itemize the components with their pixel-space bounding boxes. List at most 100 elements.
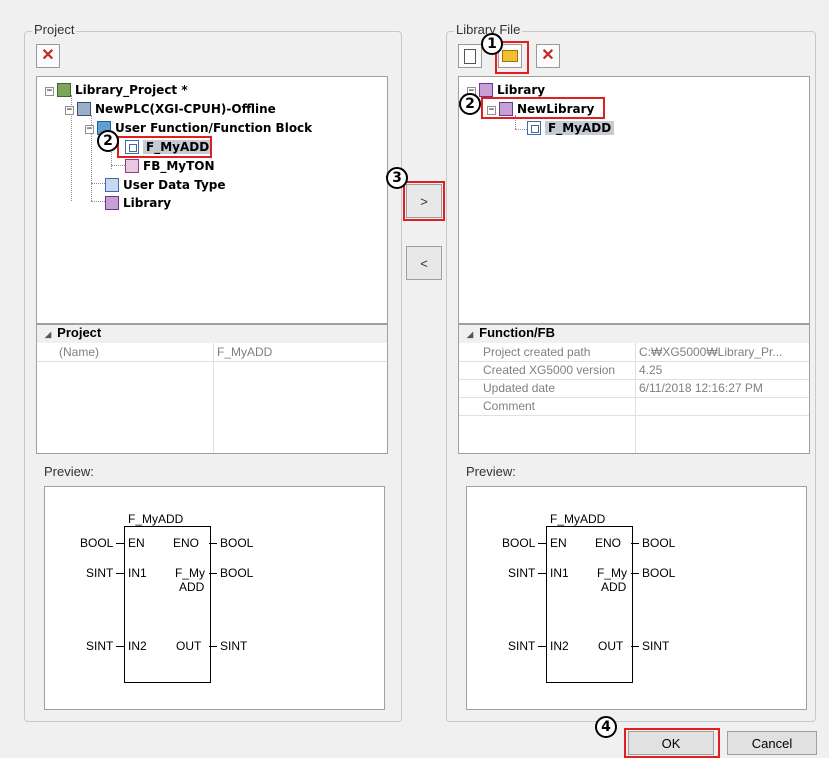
in2-type: SINT (508, 639, 536, 653)
fb-mid-label: F_My (597, 566, 627, 580)
property-key: (Name) (59, 345, 100, 359)
new-library-button[interactable] (458, 44, 482, 68)
preview-label: Preview: (44, 464, 94, 479)
tree-item-library-f-myadd[interactable]: F_MyADD (527, 120, 615, 136)
divider (459, 415, 809, 416)
en-type: BOOL (80, 536, 114, 550)
tree-item-user-data-type[interactable]: User Data Type (105, 177, 226, 193)
pin-line (116, 543, 124, 544)
delete-icon: ✕ (541, 47, 555, 64)
properties-header: ◢ Project (37, 325, 387, 343)
property-value: C:₩XG5000₩Library_Pr... (639, 345, 783, 359)
property-value: F_MyADD (217, 345, 273, 359)
pin-line (538, 543, 546, 544)
pin-line (538, 646, 546, 647)
mid-type: BOOL (642, 566, 676, 580)
properties-header: ◢ Function/FB (459, 325, 809, 343)
highlight-box (624, 728, 720, 758)
callout-2: 2 (459, 93, 481, 115)
fb-mid-label: ADD (601, 580, 627, 594)
new-file-icon (464, 48, 476, 64)
fb-mid-label: F_My (175, 566, 205, 580)
property-value: 6/11/2018 12:16:27 PM (639, 381, 763, 395)
property-value: 4.25 (639, 363, 663, 377)
divider (213, 343, 214, 453)
in1-pin: IN1 (128, 566, 147, 580)
remove-from-library-button[interactable]: < (406, 246, 442, 280)
out-type: SINT (642, 639, 670, 653)
out-pin: OUT (598, 639, 624, 653)
tree-item-fb-myton[interactable]: FB_MyTON (125, 158, 215, 174)
collapse-icon[interactable]: − (45, 87, 54, 96)
collapse-icon[interactable]: − (65, 106, 74, 115)
delete-icon: ✕ (41, 47, 55, 64)
highlight-box (117, 136, 212, 158)
eno-pin: ENO (595, 536, 622, 550)
callout-1: 1 (481, 33, 503, 55)
out-pin: OUT (176, 639, 202, 653)
library-icon (105, 196, 119, 210)
property-key: Project created path (483, 345, 591, 359)
in2-pin: IN2 (550, 639, 569, 653)
divider (37, 361, 387, 362)
in2-pin: IN2 (128, 639, 147, 653)
en-pin: EN (128, 536, 145, 550)
pin-line (209, 543, 217, 544)
tree-line (91, 183, 105, 184)
highlight-box (403, 181, 445, 221)
pin-line (631, 573, 639, 574)
in1-type: SINT (508, 566, 536, 580)
tree-line (515, 129, 527, 130)
library-icon (479, 83, 493, 97)
data-type-icon (105, 178, 119, 192)
in1-pin: IN1 (550, 566, 569, 580)
project-tree-panel[interactable]: − Library_Project * − NewPLC(XGI-CPUH)-Off… (36, 76, 388, 324)
library-properties-panel: ◢ Function/FB Project created path C:₩XG5… (458, 324, 810, 454)
collapse-icon[interactable]: − (85, 125, 94, 134)
pin-line (209, 573, 217, 574)
en-type: BOOL (502, 536, 536, 550)
library-delete-button[interactable]: ✕ (536, 44, 560, 68)
in2-type: SINT (86, 639, 114, 653)
cancel-button[interactable]: Cancel (727, 731, 817, 755)
out-type: SINT (220, 639, 248, 653)
en-pin: EN (550, 536, 567, 550)
divider (635, 343, 636, 453)
preview-label: Preview: (466, 464, 516, 479)
pin-line (209, 646, 217, 647)
collapse-triangle-icon: ◢ (45, 330, 52, 339)
eno-pin: ENO (173, 536, 200, 550)
collapse-triangle-icon: ◢ (467, 330, 474, 339)
tree-item-library[interactable]: Library (105, 195, 171, 211)
project-delete-button[interactable]: ✕ (36, 44, 60, 68)
pin-line (116, 646, 124, 647)
tree-line (91, 201, 105, 202)
project-preview-panel (44, 486, 385, 710)
project-icon (57, 83, 71, 97)
fb-name: F_MyADD (128, 512, 184, 526)
divider (459, 397, 809, 398)
pin-line (631, 646, 639, 647)
tree-item-library-root[interactable]: − Library (467, 82, 545, 98)
tree-item-plc[interactable]: − NewPLC(XGI-CPUH)-Offline (65, 101, 276, 117)
library-preview-panel (466, 486, 807, 710)
tree-item-user-function-folder[interactable]: − User Function/Function Block (85, 120, 312, 136)
eno-type: BOOL (220, 536, 254, 550)
eno-type: BOOL (642, 536, 676, 550)
in1-type: SINT (86, 566, 114, 580)
pin-line (631, 543, 639, 544)
tree-item-library-project[interactable]: − Library_Project * (45, 82, 188, 98)
function-block-icon (125, 159, 139, 173)
property-key: Created XG5000 version (483, 363, 616, 377)
pin-line (538, 573, 546, 574)
property-key: Updated date (483, 381, 556, 395)
project-properties-panel: ◢ Project (Name) F_MyADD (36, 324, 388, 454)
highlight-box (481, 97, 605, 119)
tree-line (111, 165, 125, 166)
fb-name: F_MyADD (550, 512, 606, 526)
pin-line (116, 573, 124, 574)
mid-type: BOOL (220, 566, 254, 580)
property-key: Comment (483, 399, 536, 413)
callout-2: 2 (97, 130, 119, 152)
divider (459, 379, 809, 380)
